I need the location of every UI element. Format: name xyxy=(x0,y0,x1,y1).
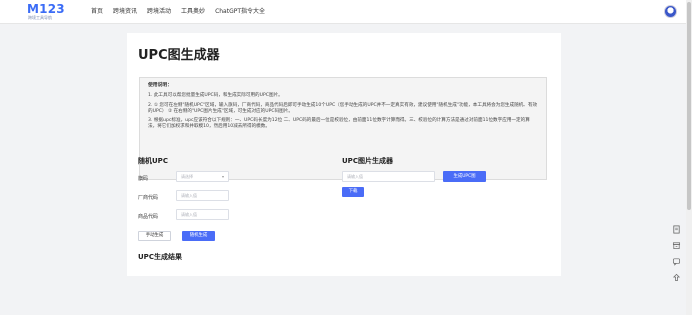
nav-item-events[interactable]: 跨境活动 xyxy=(147,0,171,24)
flag-code-placeholder: 请选择 xyxy=(181,174,193,179)
top-nav-bar: M123 跨境工具导航 首页 跨境资讯 跨境活动 工具奥妙 ChatGPT指令大… xyxy=(0,0,692,24)
floating-tool-chat[interactable] xyxy=(668,253,684,269)
chevron-down-icon: ▾ xyxy=(221,174,224,179)
product-code-input[interactable]: 请输入值 xyxy=(176,209,229,220)
notes-item: 2. ① 您可在左侧"随机UPC"区域，输入旗码，厂商代码，商品代码后即可手动生… xyxy=(148,102,538,114)
random-generate-button[interactable]: 随机生成 xyxy=(182,231,215,241)
product-code-label: 商品代码 xyxy=(138,214,159,220)
upc-image-placeholder: 请输入值 xyxy=(347,174,363,179)
maker-code-placeholder: 请输入值 xyxy=(181,193,197,198)
user-avatar[interactable] xyxy=(664,5,677,18)
generate-upc-image-button[interactable]: 生成UPC图 xyxy=(443,171,486,182)
document-icon xyxy=(672,224,680,234)
archive-icon xyxy=(672,241,680,249)
notes-item: 1. 此工具可以帮您批量生成UPC码，和生成实际可用的UPC图片。 xyxy=(148,93,283,98)
page-title: UPC图生成器 xyxy=(138,48,220,63)
floating-tool-document[interactable] xyxy=(668,221,684,237)
logo-subtitle: 跨境工具导航 xyxy=(28,15,52,20)
nav-item-news[interactable]: 跨境资讯 xyxy=(113,0,137,24)
result-title: UPC生成结果 xyxy=(138,253,182,261)
product-code-placeholder: 请输入值 xyxy=(181,212,197,217)
nav-item-chatgpt[interactable]: ChatGPT指令大全 xyxy=(215,0,265,24)
nav-item-home[interactable]: 首页 xyxy=(91,0,103,24)
download-button[interactable]: 下载 xyxy=(342,187,364,197)
nav-item-tools[interactable]: 工具奥妙 xyxy=(181,0,205,24)
scrollbar-thumb[interactable] xyxy=(687,2,691,210)
flag-code-select[interactable]: 请选择 ▾ xyxy=(176,171,229,182)
random-upc-title: 随机UPC xyxy=(138,157,168,165)
tool-card: UPC图生成器 使用说明： 1. 此工具可以帮您批量生成UPC码，和生成实际可用… xyxy=(127,33,561,276)
logo-mark: M123 xyxy=(27,2,65,16)
notes-title: 使用说明： xyxy=(148,83,172,88)
flag-code-label: 旗码 xyxy=(138,176,149,182)
arrow-up-icon xyxy=(672,273,680,281)
notes-item: 3. 根据upc标准，upc应该符合以下规则：一、UPC码长度为12位 二、UP… xyxy=(148,118,530,129)
floating-tool-archive[interactable] xyxy=(668,237,684,253)
floating-tool-back-to-top[interactable] xyxy=(668,269,684,285)
maker-code-label: 厂商代码 xyxy=(138,195,159,201)
upc-image-input[interactable]: 请输入值 xyxy=(342,171,435,182)
maker-code-input[interactable]: 请输入值 xyxy=(176,190,229,201)
image-generator-title: UPC图片生成器 xyxy=(342,157,393,165)
chat-icon xyxy=(672,257,680,266)
manual-generate-button[interactable]: 手动生成 xyxy=(138,231,171,241)
site-logo[interactable]: M123 跨境工具导航 xyxy=(27,3,65,21)
main-nav: 首页 跨境资讯 跨境活动 工具奥妙 ChatGPT指令大全 xyxy=(91,0,275,24)
